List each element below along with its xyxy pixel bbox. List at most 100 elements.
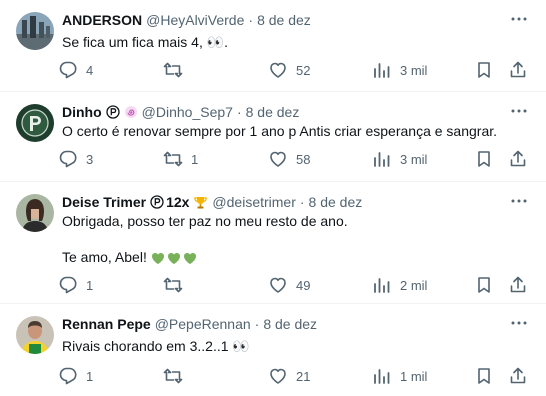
like-icon	[270, 151, 286, 167]
more-icon[interactable]	[510, 104, 528, 118]
tweet[interactable]: Rennan Pepe @PepeRennan · 8 de dez Rivai…	[0, 304, 546, 396]
bookmark-button[interactable]	[474, 275, 494, 295]
reply-button[interactable]: 1	[58, 275, 93, 295]
author-name[interactable]: ANDERSON	[62, 12, 142, 28]
share-button[interactable]	[508, 275, 528, 295]
tweet[interactable]: Dinho @Dinho_Sep7 · 8 de dez O certo é r…	[0, 92, 546, 182]
share-icon	[510, 276, 526, 293]
retweet-count: 1	[191, 151, 199, 167]
separator-dot: ·	[236, 104, 242, 120]
tweet-header: Rennan Pepe @PepeRennan · 8 de dez	[62, 315, 496, 333]
separator-dot: ·	[254, 316, 260, 332]
tweet-date[interactable]: 8 de dez	[257, 12, 311, 28]
like-button[interactable]: 49	[268, 275, 310, 295]
retweet-icon	[163, 368, 183, 384]
bookmark-icon	[478, 151, 490, 167]
share-icon	[510, 150, 526, 167]
reply-button[interactable]: 4	[58, 60, 93, 80]
reply-icon	[59, 276, 77, 294]
like-icon	[270, 277, 286, 293]
author-handle[interactable]: @HeyAlviVerde	[146, 12, 244, 28]
bookmark-button[interactable]	[474, 149, 494, 169]
share-button[interactable]	[508, 149, 528, 169]
view-count: 1 mil	[400, 368, 428, 384]
bookmark-icon	[478, 368, 490, 384]
share-icon	[510, 61, 526, 78]
reply-icon	[59, 150, 77, 168]
retweet-icon	[163, 151, 183, 167]
bookmark-icon	[478, 277, 490, 293]
tweet-header: ANDERSON @HeyAlviVerde · 8 de dez	[62, 11, 496, 29]
replies-feed: ANDERSON @HeyAlviVerde · 8 de dez Se fic…	[0, 0, 546, 396]
like-count: 58	[296, 151, 311, 167]
tweet-text-second: Te amo, Abel!	[62, 249, 147, 265]
reply-count: 4	[86, 62, 94, 78]
tweet-text: Rivais chorando em 3..2..1 👀	[62, 338, 250, 354]
avatar[interactable]	[16, 12, 54, 50]
reply-button[interactable]: 1	[58, 366, 93, 386]
more-icon[interactable]	[510, 316, 528, 330]
retweet-icon	[163, 277, 183, 293]
reply-count: 1	[86, 368, 94, 384]
palmeiras-badge-icon	[150, 195, 164, 209]
retweet-button[interactable]	[163, 275, 191, 295]
green-heart-icon	[151, 253, 164, 265]
separator-dot: ·	[299, 194, 305, 210]
views-button[interactable]: 1 mil	[372, 366, 427, 386]
more-icon[interactable]	[510, 12, 528, 26]
palmeiras-badge-icon	[106, 105, 120, 119]
retweet-button[interactable]: 1	[163, 149, 198, 169]
tweet[interactable]: Deise Trimer 12x @deisetrimer · 8 de dez…	[0, 182, 546, 304]
bookmark-button[interactable]	[474, 60, 494, 80]
like-icon	[270, 62, 286, 78]
titles-badge-text: 12x	[166, 194, 190, 210]
retweet-button[interactable]	[163, 60, 191, 80]
author-name[interactable]: Rennan Pepe	[62, 316, 151, 332]
like-button[interactable]: 58	[268, 149, 310, 169]
like-button[interactable]: 52	[268, 60, 310, 80]
green-heart-icon	[167, 253, 180, 265]
reply-count: 3	[86, 151, 94, 167]
reply-button[interactable]: 3	[58, 149, 93, 169]
author-handle[interactable]: @deisetrimer	[212, 194, 295, 210]
bookmark-icon	[478, 62, 490, 78]
avatar[interactable]	[16, 316, 54, 354]
share-button[interactable]	[508, 366, 528, 386]
spiral-icon	[124, 105, 138, 119]
tweet-text: O certo é renovar sempre por 1 ano p Ant…	[62, 123, 498, 139]
tweet-date[interactable]: 8 de dez	[309, 194, 363, 210]
separator-dot: ·	[248, 12, 254, 28]
tweet[interactable]: ANDERSON @HeyAlviVerde · 8 de dez Se fic…	[0, 0, 546, 92]
views-button[interactable]: 3 mil	[372, 149, 427, 169]
like-count: 49	[296, 277, 311, 293]
views-button[interactable]: 3 mil	[372, 60, 427, 80]
avatar[interactable]	[16, 194, 54, 232]
view-count: 2 mil	[400, 277, 428, 293]
retweet-button[interactable]	[163, 366, 191, 386]
share-button[interactable]	[508, 60, 528, 80]
like-button[interactable]: 21	[268, 366, 310, 386]
bookmark-button[interactable]	[474, 366, 494, 386]
views-button[interactable]: 2 mil	[372, 275, 427, 295]
reply-count: 1	[86, 277, 94, 293]
like-icon	[270, 368, 286, 384]
reply-icon	[59, 61, 77, 79]
tweet-date[interactable]: 8 de dez	[246, 104, 300, 120]
author-name[interactable]: Dinho	[62, 104, 102, 120]
views-icon	[374, 278, 390, 293]
views-icon	[374, 63, 390, 78]
tweet-text: Se fica um fica mais 4, 👀.	[62, 34, 229, 50]
tweet-date[interactable]: 8 de dez	[263, 316, 317, 332]
author-handle[interactable]: @Dinho_Sep7	[142, 104, 233, 120]
trophy-icon	[193, 195, 208, 210]
author-handle[interactable]: @PepeRennan	[155, 316, 251, 332]
view-count: 3 mil	[400, 151, 428, 167]
avatar[interactable]	[16, 104, 54, 142]
green-hearts	[151, 251, 197, 265]
share-icon	[510, 367, 526, 384]
reply-icon	[59, 367, 77, 385]
tweet-text: Obrigada, posso ter paz no meu resto de …	[62, 213, 348, 229]
more-icon[interactable]	[510, 194, 528, 208]
like-count: 21	[296, 368, 311, 384]
author-name[interactable]: Deise Trimer	[62, 194, 146, 210]
